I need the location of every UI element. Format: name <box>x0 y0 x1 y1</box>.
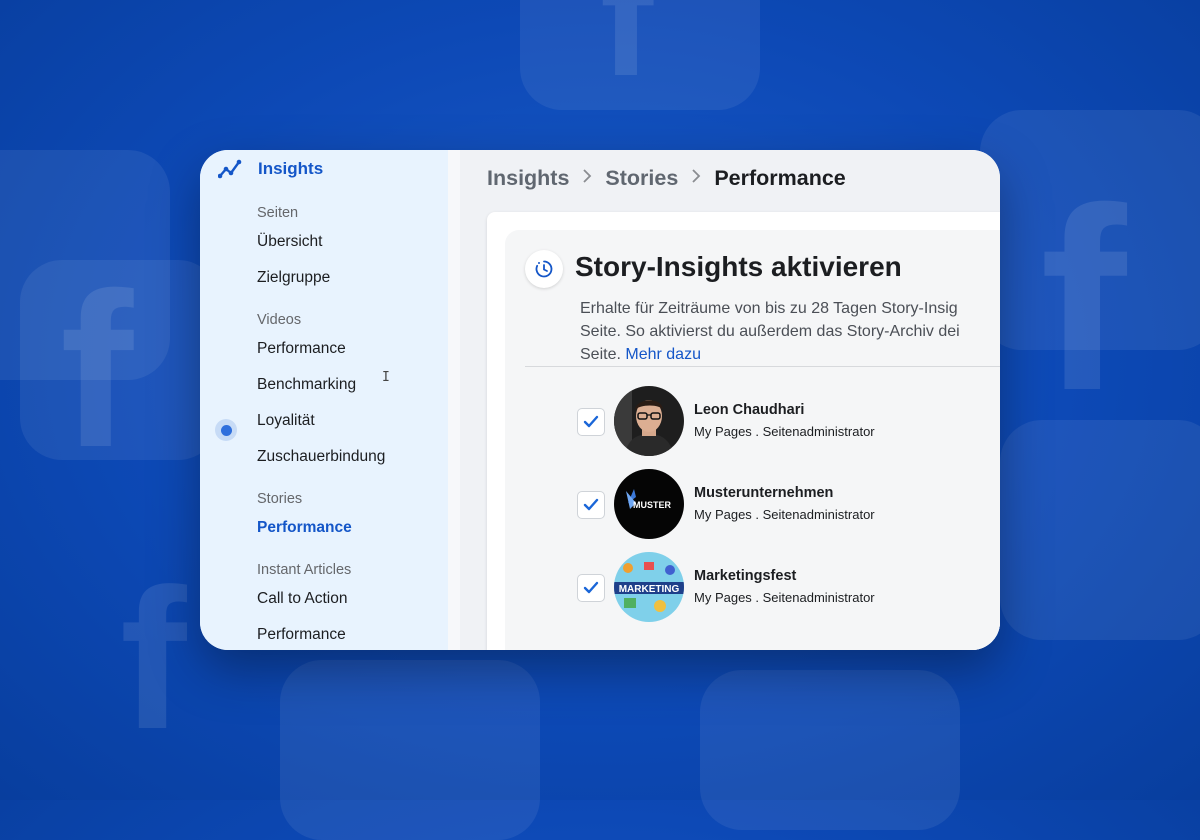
panel-title: Story-Insights aktivieren <box>575 251 902 282</box>
description-line-1: Erhalte für Zeiträume von bis zu 28 Tage… <box>580 300 958 317</box>
page-checkbox[interactable] <box>577 574 605 602</box>
description-line-3: Seite. Mehr dazu <box>580 343 1000 366</box>
divider <box>525 366 1000 367</box>
facebook-logo-icon: f <box>1040 155 1127 445</box>
insights-window: Insights Seiten Übersicht Zielgruppe Vid… <box>200 150 1000 650</box>
sidebar-brand[interactable]: Insights <box>218 158 323 180</box>
chevron-right-icon <box>582 168 592 189</box>
checkmark-icon <box>583 581 599 594</box>
sidebar-item-articles-performance[interactable]: Performance <box>257 626 346 644</box>
more-info-link[interactable]: Mehr dazu <box>625 346 701 363</box>
page-role: My Pages . Seitenadministrator <box>694 424 875 439</box>
sidebar-item-loyalitaet[interactable]: Loyalität <box>257 412 315 430</box>
sidebar-item-uebersicht[interactable]: Übersicht <box>257 233 322 251</box>
facebook-logo-icon: f <box>60 247 134 493</box>
page-name: Marketingsfest <box>694 568 797 584</box>
sidebar-item-benchmarking[interactable]: Benchmarking <box>257 376 356 394</box>
sidebar-item-call-to-action[interactable]: Call to Action <box>257 590 347 608</box>
sidebar-item-zuschauerbindung[interactable]: Zuschauerbindung <box>257 448 385 466</box>
breadcrumb-stories[interactable]: Stories <box>605 166 678 191</box>
marketing-logo-text: MARKETING <box>619 584 680 595</box>
person-photo-icon <box>614 386 684 456</box>
sidebar-brand-label: Insights <box>258 159 324 178</box>
sidebar-section-videos: Videos <box>257 312 302 328</box>
page-role: My Pages . Seitenadministrator <box>694 507 875 522</box>
description-line-3-text: Seite. <box>580 346 621 363</box>
story-insights-panel: Story-Insights aktivieren Erhalte für Ze… <box>487 212 1000 650</box>
sidebar-divider <box>448 150 460 650</box>
sidebar-section-stories: Stories <box>257 491 303 507</box>
sidebar-item-zielgruppe[interactable]: Zielgruppe <box>257 269 330 287</box>
sidebar: Insights Seiten Übersicht Zielgruppe Vid… <box>200 150 448 650</box>
panel-description: Erhalte für Zeiträume von bis zu 28 Tage… <box>580 297 1000 366</box>
breadcrumb-insights[interactable]: Insights <box>487 166 569 191</box>
timer-icon <box>525 250 563 288</box>
sidebar-item-stories-performance[interactable]: Performance <box>257 519 352 537</box>
checkmark-icon <box>583 498 599 511</box>
page-row-musterunternehmen[interactable]: MUSTER Musterunternehmen My Pages . Seit… <box>577 469 1000 541</box>
insights-trend-icon <box>218 158 242 180</box>
facebook-logo-icon: f <box>120 548 187 771</box>
chevron-right-icon <box>691 168 701 189</box>
facebook-logo-icon: f <box>600 0 654 109</box>
story-insights-card: Story-Insights aktivieren Erhalte für Ze… <box>505 230 1000 650</box>
page-checkbox[interactable] <box>577 491 605 519</box>
text-cursor-icon: I <box>382 370 390 385</box>
marketing-logo-icon: MARKETING <box>614 552 684 622</box>
sidebar-item-video-performance[interactable]: Performance <box>257 340 346 358</box>
description-line-2: Seite. So aktivierst du außerdem das Sto… <box>580 323 960 340</box>
page-row-marketingsfest[interactable]: MARKETING Marketingsfest My Pages . Seit… <box>577 552 1000 624</box>
page-role: My Pages . Seitenadministrator <box>694 590 875 605</box>
muster-logo-text: MUSTER <box>633 500 672 510</box>
breadcrumb-performance: Performance <box>714 166 846 190</box>
main-content: Insights Stories Performance Story-Insig… <box>460 150 1000 650</box>
page-row-leon[interactable]: Leon Chaudhari My Pages . Seitenadminist… <box>577 386 1000 458</box>
page-checkbox[interactable] <box>577 408 605 436</box>
selection-dot-icon <box>215 419 237 441</box>
sidebar-section-seiten: Seiten <box>257 205 299 221</box>
page-name: Leon Chaudhari <box>694 402 805 418</box>
sidebar-section-instant-articles: Instant Articles <box>257 562 352 578</box>
muster-logo-icon: MUSTER <box>614 469 684 539</box>
checkmark-icon <box>583 415 599 428</box>
page-name: Musterunternehmen <box>694 485 834 501</box>
breadcrumb: Insights Stories Performance <box>487 166 846 191</box>
